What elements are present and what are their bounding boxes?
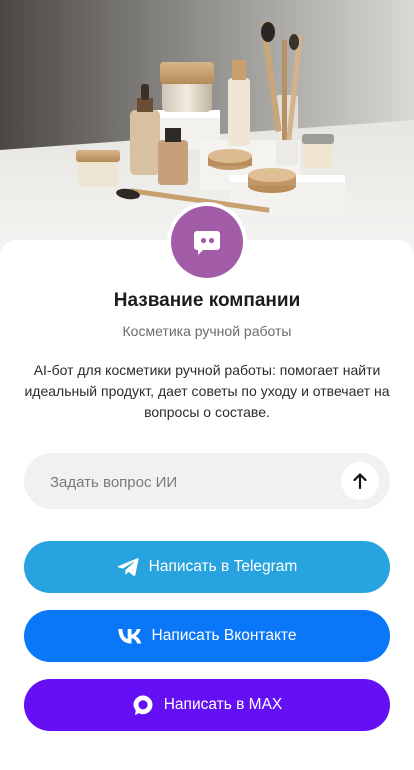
vk-button-label: Написать Вконтакте xyxy=(151,627,297,644)
telegram-button-label: Написать в Telegram xyxy=(148,558,298,575)
telegram-icon xyxy=(117,557,139,577)
company-subtitle: Косметика ручной работы xyxy=(122,323,292,339)
vk-icon xyxy=(117,628,142,644)
chat-bot-icon xyxy=(194,231,220,255)
arrow-up-icon xyxy=(353,473,367,490)
telegram-button[interactable]: Написать в Telegram xyxy=(24,541,390,593)
ask-ai-box xyxy=(24,453,390,511)
ask-ai-input[interactable] xyxy=(48,453,332,511)
company-name: Название компании xyxy=(113,290,301,311)
max-icon xyxy=(132,694,154,716)
max-button[interactable]: Написать в MAX xyxy=(24,679,390,731)
max-button-label: Написать в MAX xyxy=(163,696,283,713)
company-description: AI-бот для косметики ручной работы: помо… xyxy=(24,362,390,420)
avatar-circle xyxy=(171,206,243,278)
send-button[interactable] xyxy=(341,462,379,500)
company-avatar xyxy=(167,202,247,282)
vk-button[interactable]: Написать Вконтакте xyxy=(24,610,390,662)
